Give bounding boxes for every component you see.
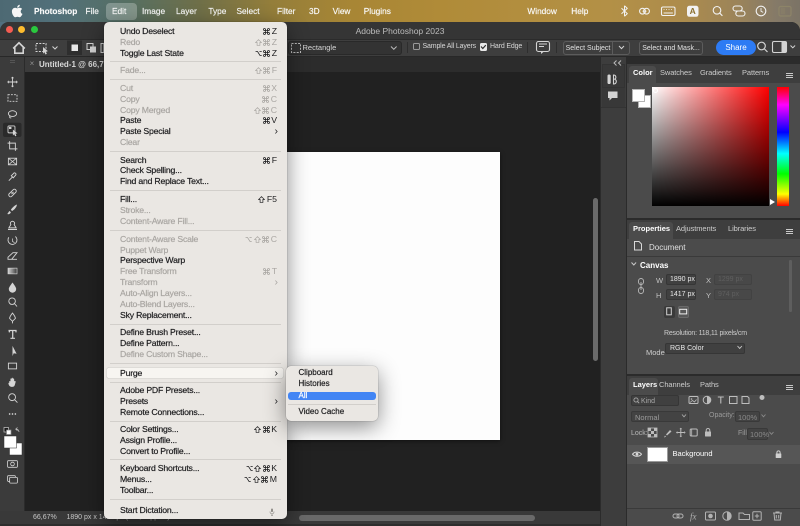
svg-text:A: A <box>690 6 696 16</box>
svg-text:fx: fx <box>690 512 697 522</box>
